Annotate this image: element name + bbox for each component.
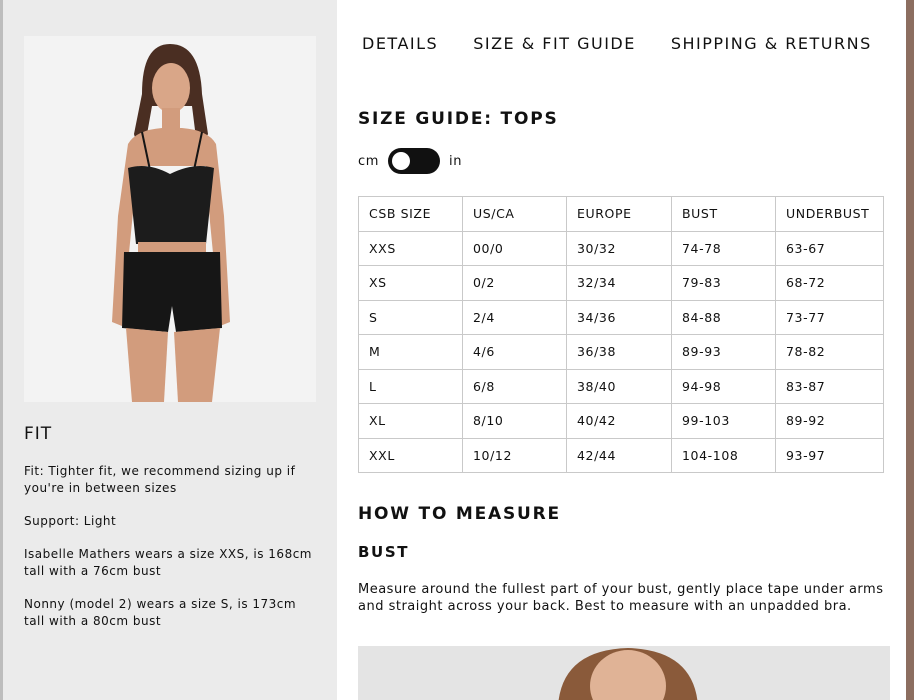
- measure-image: [358, 646, 890, 700]
- table-row: M 4/6 36/38 89-93 78-82: [358, 334, 884, 370]
- table-cell: 79-83: [671, 265, 776, 301]
- model-2-note: Nonny (model 2) wears a size S, is 173cm…: [24, 597, 297, 628]
- unit-in-label: in: [449, 153, 463, 169]
- table-cell: 2/4: [462, 299, 567, 335]
- fit-notes: Fit: Tighter fit, we recommend sizing up…: [24, 463, 314, 646]
- table-cell: L: [358, 368, 463, 404]
- table-cell: XL: [358, 403, 463, 439]
- table-cell: 78-82: [775, 334, 884, 370]
- table-cell: 34/36: [566, 299, 672, 335]
- table-cell: 89-93: [671, 334, 776, 370]
- table-row: XS 0/2 32/34 79-83 68-72: [358, 265, 884, 301]
- table-cell: XXS: [358, 230, 463, 266]
- model-photo: [24, 36, 316, 402]
- unit-cm-label: cm: [358, 153, 380, 169]
- table-cell: 74-78: [671, 230, 776, 266]
- table-cell: 93-97: [775, 437, 884, 473]
- support-note: Support: Light: [24, 514, 117, 528]
- unit-toggle: cm in: [358, 148, 462, 174]
- table-cell: 94-98: [671, 368, 776, 404]
- column-header: EUROPE: [566, 196, 672, 232]
- column-header: UNDERBUST: [775, 196, 884, 232]
- size-guide-panel: DETAILS SIZE & FIT GUIDE SHIPPING & RETU…: [337, 0, 906, 700]
- info-tabs: DETAILS SIZE & FIT GUIDE SHIPPING & RETU…: [362, 34, 872, 53]
- switch-knob: [392, 152, 411, 170]
- table-cell: 38/40: [566, 368, 672, 404]
- table-cell: 6/8: [462, 368, 567, 404]
- size-table: CSB SIZE US/CA EUROPE BUST UNDERBUST XXS…: [358, 196, 884, 473]
- measure-photo: [358, 646, 890, 700]
- table-cell: S: [358, 299, 463, 335]
- column-header: BUST: [671, 196, 776, 232]
- tab-shipping-returns[interactable]: SHIPPING & RETURNS: [671, 34, 872, 53]
- size-table-body: XXS 00/0 30/32 74-78 63-67 XS 0/2 32/34 79-83 68-…: [358, 230, 884, 473]
- table-cell: 10/12: [462, 437, 567, 473]
- table-cell: 63-67: [775, 230, 884, 266]
- model-note: Isabelle Mathers wears a size XXS, is 16…: [24, 547, 312, 578]
- bust-instructions: Measure around the fullest part of your …: [358, 582, 884, 614]
- table-cell: 00/0: [462, 230, 567, 266]
- how-to-measure-title: HOW TO MEASURE: [358, 504, 561, 524]
- table-row: S 2/4 34/36 84-88 73-77: [358, 299, 884, 335]
- table-row: L 6/8 38/40 94-98 83-87: [358, 368, 884, 404]
- table-cell: 40/42: [566, 403, 672, 439]
- table-header-row: CSB SIZE US/CA EUROPE BUST UNDERBUST: [358, 196, 884, 232]
- table-cell: 8/10: [462, 403, 567, 439]
- bust-title: BUST: [358, 543, 410, 561]
- size-guide-title: SIZE GUIDE: TOPS: [358, 109, 559, 129]
- table-cell: 0/2: [462, 265, 567, 301]
- table-cell: 89-92: [775, 403, 884, 439]
- product-info-panel: FIT Fit: Tighter fit, we recommend sizin…: [3, 0, 337, 700]
- table-cell: 68-72: [775, 265, 884, 301]
- table-row: XXL 10/12 42/44 104-108 93-97: [358, 437, 884, 473]
- table-cell: M: [358, 334, 463, 370]
- table-cell: 83-87: [775, 368, 884, 404]
- column-header: CSB SIZE: [358, 196, 463, 232]
- table-cell: 36/38: [566, 334, 672, 370]
- table-row: XXS 00/0 30/32 74-78 63-67: [358, 230, 884, 266]
- unit-switch[interactable]: [388, 148, 441, 174]
- table-cell: 42/44: [566, 437, 672, 473]
- table-cell: 32/34: [566, 265, 672, 301]
- table-cell: XXL: [358, 437, 463, 473]
- tab-size-fit-guide[interactable]: SIZE & FIT GUIDE: [473, 34, 636, 53]
- table-cell: 104-108: [671, 437, 776, 473]
- tab-details[interactable]: DETAILS: [362, 34, 438, 53]
- page-edge: [906, 0, 914, 700]
- fit-heading: FIT: [24, 424, 53, 444]
- table-cell: 30/32: [566, 230, 672, 266]
- product-image: [24, 36, 316, 402]
- table-cell: 73-77: [775, 299, 884, 335]
- table-cell: 4/6: [462, 334, 567, 370]
- table-cell: 99-103: [671, 403, 776, 439]
- table-cell: 84-88: [671, 299, 776, 335]
- table-row: XL 8/10 40/42 99-103 89-92: [358, 403, 884, 439]
- table-cell: XS: [358, 265, 463, 301]
- column-header: US/CA: [462, 196, 567, 232]
- fit-note: Fit: Tighter fit, we recommend sizing up…: [24, 464, 296, 495]
